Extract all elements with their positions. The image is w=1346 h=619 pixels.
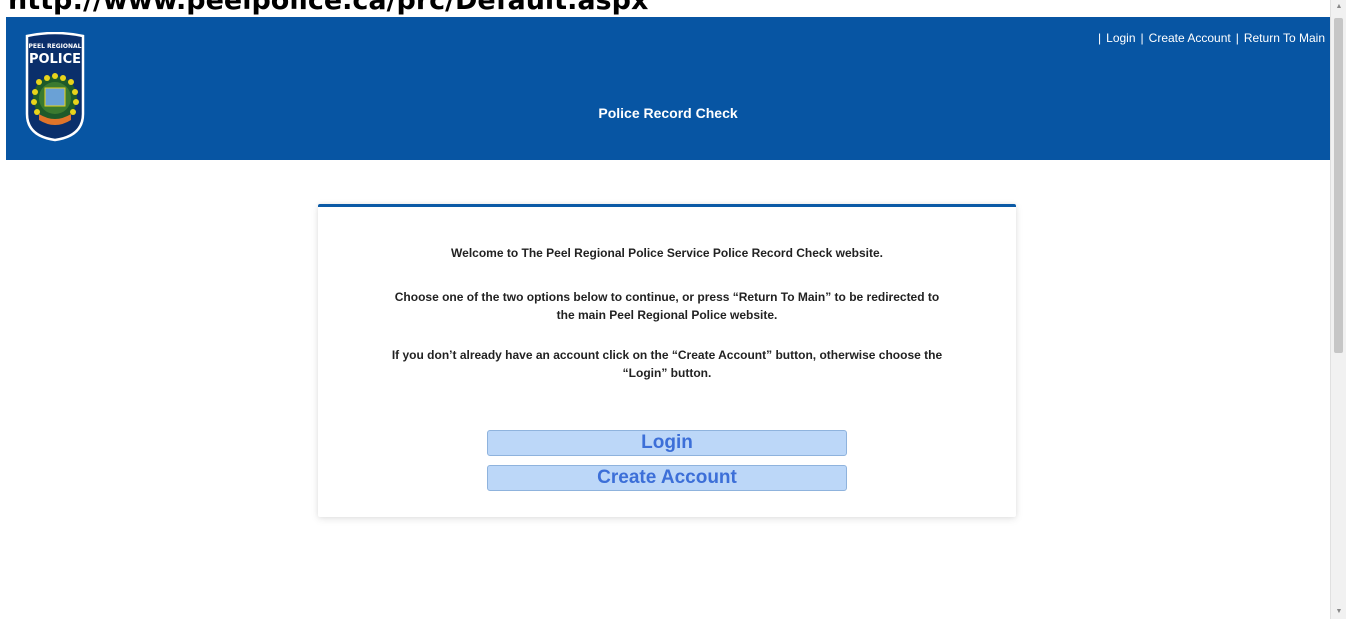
page-title: Police Record Check: [598, 105, 738, 121]
options-message: Choose one of the two options below to c…: [348, 288, 986, 324]
top-nav-login-link[interactable]: Login: [1106, 31, 1135, 45]
nav-separator: |: [1235, 31, 1239, 45]
scroll-up-arrow-icon[interactable]: ▲: [1331, 0, 1346, 14]
police-badge-logo: PEEL REGIONAL POLICE: [25, 32, 85, 142]
address-bar-url: http://www.peelpolice.ca/prc/Default.asp…: [8, 0, 649, 16]
site-header: PEEL REGIONAL POLICE | Login | Create Accou…: [6, 17, 1330, 160]
nav-separator: |: [1098, 31, 1102, 45]
top-nav-create-account-link[interactable]: Create Account: [1149, 31, 1231, 45]
welcome-message: Welcome to The Peel Regional Police Serv…: [348, 244, 986, 262]
logo-line1: PEEL REGIONAL: [29, 43, 82, 50]
scroll-down-arrow-icon[interactable]: ▼: [1331, 605, 1346, 619]
vertical-scrollbar[interactable]: ▲ ▼: [1330, 0, 1346, 619]
account-instructions: If you don’t already have an account cli…: [348, 346, 986, 382]
top-nav-links: | Login | Create Account | Return To Main: [1093, 31, 1325, 45]
logo-line2: POLICE: [29, 52, 81, 67]
account-instructions-line1: If you don’t already have an account cli…: [391, 348, 943, 362]
welcome-panel: Welcome to The Peel Regional Police Serv…: [318, 204, 1016, 517]
account-instructions-line2: “Login” button.: [622, 366, 712, 380]
options-message-line1: Choose one of the two options below to c…: [394, 290, 940, 304]
create-account-button[interactable]: Create Account: [487, 465, 847, 491]
welcome-message-text: Welcome to The Peel Regional Police Serv…: [451, 246, 883, 260]
scrollbar-thumb[interactable]: [1334, 18, 1343, 353]
top-nav-return-to-main-link[interactable]: Return To Main: [1244, 31, 1325, 45]
options-message-line2: the main Peel Regional Police website.: [556, 308, 778, 322]
nav-separator: |: [1140, 31, 1144, 45]
login-button[interactable]: Login: [487, 430, 847, 456]
address-bar: http://www.peelpolice.ca/prc/Default.asp…: [0, 0, 1330, 17]
